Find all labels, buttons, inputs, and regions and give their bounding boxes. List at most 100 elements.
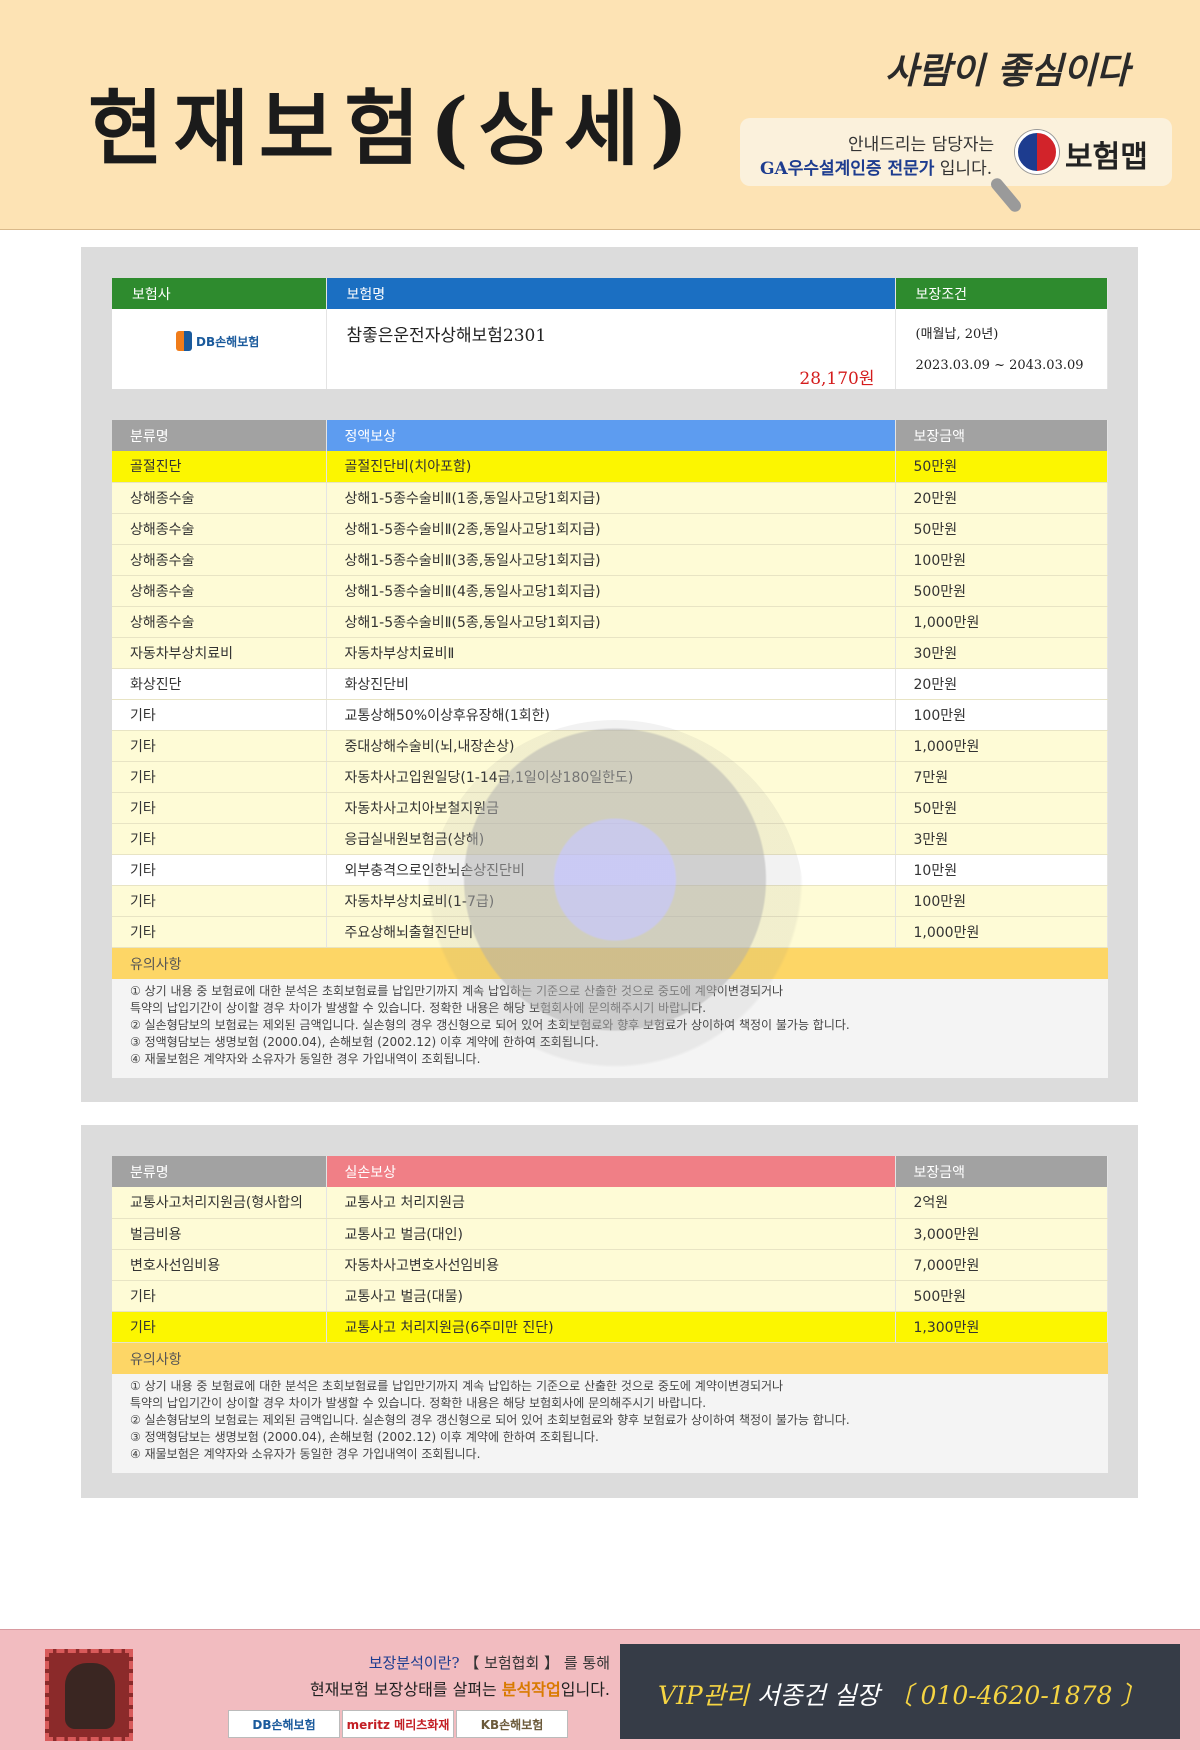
row-amount: 20만원 bbox=[895, 668, 1108, 700]
agent-credential-highlight: GA우수설계인증 전문가 bbox=[760, 159, 935, 179]
row-coverage: 골절진단비(치아포함) bbox=[326, 451, 896, 483]
fixed-coverage-table: 분류명 정액보상 보장금액 골절진단 골절진단비(치아포함) 50만원 상해종수술 상해… bbox=[112, 420, 1108, 948]
footer-desc-highlight: 분석작업 bbox=[501, 1680, 561, 1699]
row-category: 기타 bbox=[112, 1280, 327, 1312]
premium-amount: 28,170원 bbox=[799, 369, 875, 389]
row-coverage: 상해1-5종수술비Ⅱ(3종,동일사고당1회지급) bbox=[326, 544, 896, 576]
row-category: 기타 bbox=[112, 761, 327, 793]
fixed-coverage-section: 분류명 정액보상 보장금액 골절진단 골절진단비(치아포함) 50만원 상해종수술 상해… bbox=[112, 420, 1108, 1078]
row-category: 기타 bbox=[112, 1311, 327, 1343]
footer-desc-line: 현재보험 보장상태를 살펴는 분석작업입니다. bbox=[200, 1676, 610, 1700]
row-coverage: 자동차사고변호사선임비용 bbox=[326, 1249, 896, 1281]
db-logo-icon bbox=[176, 331, 192, 351]
footer-intro-highlight: 보장분석이란? bbox=[368, 1654, 460, 1672]
row-amount: 1,000만원 bbox=[895, 730, 1108, 762]
row-coverage: 주요상해뇌출혈진단비 bbox=[326, 916, 896, 948]
notice-line: ④ 재물보험은 계약자와 소유자가 동일한 경우 가입내역이 조회됩니다. bbox=[130, 1051, 481, 1066]
row-coverage: 자동차부상치료비(1-7급) bbox=[326, 885, 896, 917]
row-category: 벌금비용 bbox=[112, 1218, 327, 1250]
table-row: 기타 응급실내원보험금(상해) 3만원 bbox=[112, 823, 1108, 855]
row-category: 기타 bbox=[112, 885, 327, 917]
vip-contact-box: VIP관리 서종건 실장 〔 010-4620-1878 〕 bbox=[620, 1644, 1180, 1739]
row-amount: 7만원 bbox=[895, 761, 1108, 793]
row-coverage: 자동차사고치아보철지원금 bbox=[326, 792, 896, 824]
company-logo-text: DB손해보험 bbox=[196, 334, 260, 349]
actual-coverage-table: 분류명 실손보상 보장금액 교통사고처리지원금(형사합의 교통사고 처리지원금 2억… bbox=[112, 1156, 1108, 1343]
table-row: 기타 자동차사고치아보철지원금 50만원 bbox=[112, 792, 1108, 824]
agent-photo-stamp bbox=[45, 1649, 133, 1741]
row-amount: 3,000만원 bbox=[895, 1218, 1108, 1250]
row-amount: 30만원 bbox=[895, 637, 1108, 669]
row-category: 상해종수술 bbox=[112, 575, 327, 607]
notice-line: ③ 정액형담보는 생명보험 (2000.04), 손해보험 (2002.12) … bbox=[130, 1429, 599, 1444]
fixed-coverage-panel: 보험사 보험명 보장조건 DB손해보험 참좋은운전자상해보험2301 28,17… bbox=[81, 247, 1138, 1102]
row-category: 상해종수술 bbox=[112, 482, 327, 514]
row-category: 상해종수술 bbox=[112, 606, 327, 638]
row-coverage: 교통사고 벌금(대인) bbox=[326, 1218, 896, 1250]
table-row: 기타 주요상해뇌출혈진단비 1,000만원 bbox=[112, 916, 1108, 948]
notice-line: 특약의 납입기간이 상이할 경우 차이가 발생할 수 있습니다. 정확한 내용은… bbox=[130, 1395, 707, 1410]
policy-product-cell: 참좋은운전자상해보험2301 28,170원 bbox=[326, 309, 896, 389]
fixed-header-category: 분류명 bbox=[112, 420, 327, 451]
agent-credential-tail: 입니다. bbox=[934, 159, 993, 179]
agent-photo bbox=[65, 1663, 115, 1729]
row-amount: 100만원 bbox=[895, 699, 1108, 731]
row-amount: 20만원 bbox=[895, 482, 1108, 514]
partner-logos: DB손해보험 meritz 메리츠화재 KB손해보험 bbox=[228, 1710, 568, 1738]
page-title: 현재보험(상세) bbox=[88, 81, 699, 177]
notice-line: ② 실손형담보의 보험료는 제외된 금액입니다. 실손형의 경우 갱신형으로 되… bbox=[130, 1017, 850, 1032]
row-coverage: 상해1-5종수술비Ⅱ(5종,동일사고당1회지급) bbox=[326, 606, 896, 638]
row-coverage: 외부충격으로인한뇌손상진단비 bbox=[326, 854, 896, 886]
vip-phone: 〔 010-4620-1878 〕 bbox=[879, 1681, 1146, 1710]
table-row: 기타 교통상해50%이상후유장해(1회한) 100만원 bbox=[112, 699, 1108, 731]
slogan-calligraphy: 사람이 좋심이다 bbox=[885, 50, 1130, 92]
actual-header-amount: 보장금액 bbox=[895, 1156, 1108, 1187]
actual-header-coverage: 실손보상 bbox=[326, 1156, 896, 1187]
row-category: 상해종수술 bbox=[112, 544, 327, 576]
row-category: 화상진단 bbox=[112, 668, 327, 700]
row-amount: 500만원 bbox=[895, 1280, 1108, 1312]
brand-logo-icon bbox=[1015, 130, 1059, 174]
row-coverage: 교통상해50%이상후유장해(1회한) bbox=[326, 699, 896, 731]
partner-logo-kb: KB손해보험 bbox=[456, 1710, 568, 1738]
row-coverage: 교통사고 벌금(대물) bbox=[326, 1280, 896, 1312]
row-category: 기타 bbox=[112, 699, 327, 731]
row-coverage: 자동차사고입원일당(1-14급,1일이상180일한도) bbox=[326, 761, 896, 793]
fixed-header-amount: 보장금액 bbox=[895, 420, 1108, 451]
table-row: 화상진단 화상진단비 20만원 bbox=[112, 668, 1108, 700]
row-coverage: 상해1-5종수술비Ⅱ(2종,동일사고당1회지급) bbox=[326, 513, 896, 545]
row-category: 자동차부상치료비 bbox=[112, 637, 327, 669]
row-amount: 50만원 bbox=[895, 792, 1108, 824]
fixed-notice-title: 유의사항 bbox=[112, 947, 1108, 979]
fixed-header-coverage: 정액보상 bbox=[326, 420, 896, 451]
row-category: 골절진단 bbox=[112, 451, 327, 483]
agent-credential-text: GA우수설계인증 전문가 입니다. bbox=[760, 154, 992, 179]
row-amount: 7,000만원 bbox=[895, 1249, 1108, 1281]
row-amount: 10만원 bbox=[895, 854, 1108, 886]
row-category: 기타 bbox=[112, 823, 327, 855]
vip-label: VIP관리 bbox=[658, 1681, 757, 1710]
policy-info-table: 보험사 보험명 보장조건 DB손해보험 참좋은운전자상해보험2301 28,17… bbox=[112, 278, 1108, 389]
policy-header-company: 보험사 bbox=[112, 278, 327, 309]
table-row: 상해종수술 상해1-5종수술비Ⅱ(2종,동일사고당1회지급) 50만원 bbox=[112, 513, 1108, 545]
actual-notice-title: 유의사항 bbox=[112, 1342, 1108, 1374]
policy-header-product: 보험명 bbox=[326, 278, 896, 309]
actual-coverage-section: 분류명 실손보상 보장금액 교통사고처리지원금(형사합의 교통사고 처리지원금 2억… bbox=[112, 1156, 1108, 1473]
row-amount: 50만원 bbox=[895, 451, 1108, 483]
actual-header-category: 분류명 bbox=[112, 1156, 327, 1187]
footer-desc-head: 현재보험 보장상태를 살펴는 bbox=[309, 1680, 502, 1699]
notice-line: ④ 재물보험은 계약자와 소유자가 동일한 경우 가입내역이 조회됩니다. bbox=[130, 1446, 481, 1461]
actual-coverage-panel: 분류명 실손보상 보장금액 교통사고처리지원금(형사합의 교통사고 처리지원금 2억… bbox=[81, 1125, 1138, 1498]
table-row: 교통사고처리지원금(형사합의 교통사고 처리지원금 2억원 bbox=[112, 1187, 1108, 1219]
row-coverage: 중대상해수술비(뇌,내장손상) bbox=[326, 730, 896, 762]
row-category: 기타 bbox=[112, 730, 327, 762]
row-category: 변호사선임비용 bbox=[112, 1249, 327, 1281]
page-footer: 보장분석이란? 【 보험협회 】 를 통해 현재보험 보장상태를 살펴는 분석작… bbox=[0, 1629, 1200, 1750]
table-row: 기타 외부충격으로인한뇌손상진단비 10만원 bbox=[112, 854, 1108, 886]
table-row: 기타 중대상해수술비(뇌,내장손상) 1,000만원 bbox=[112, 730, 1108, 762]
footer-desc-tail: 입니다. bbox=[560, 1680, 610, 1699]
actual-notice-body: ① 상기 내용 중 보험료에 대한 분석은 초회보험료를 납입만기까지 계속 납… bbox=[112, 1373, 1108, 1473]
company-logo: DB손해보험 bbox=[176, 331, 326, 351]
row-category: 기타 bbox=[112, 916, 327, 948]
vip-name: 서종건 실장 bbox=[756, 1681, 880, 1710]
